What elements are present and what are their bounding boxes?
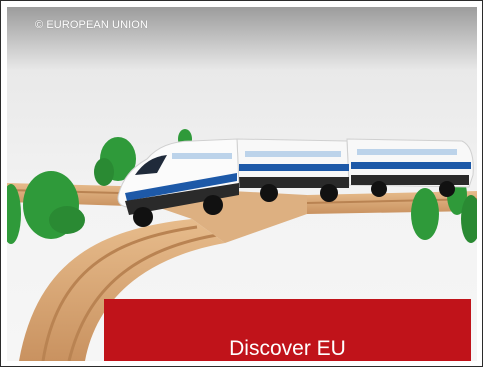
caption-title: Discover EU [229, 337, 346, 360]
slide: © EUROPEAN UNION Discover EU [0, 0, 483, 367]
caption-banner: Discover EU [104, 299, 471, 361]
copyright-notice: © EUROPEAN UNION [35, 19, 148, 31]
